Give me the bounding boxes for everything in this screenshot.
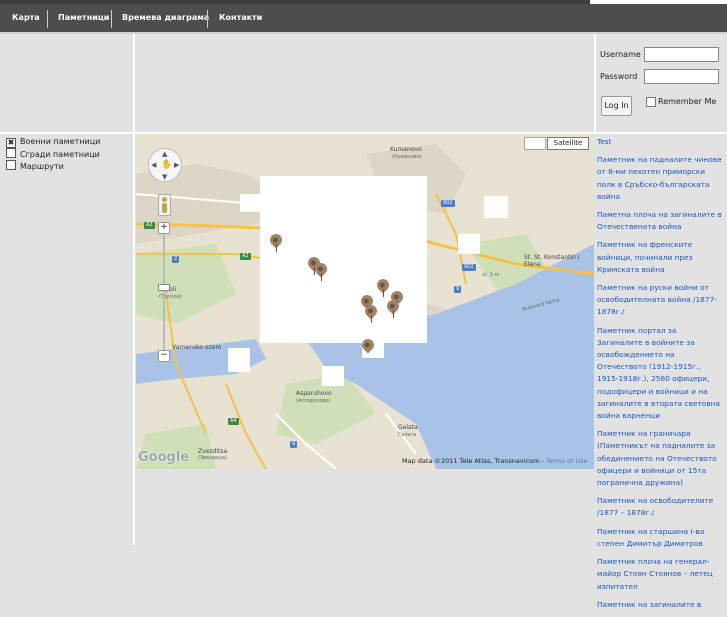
remember-checkbox[interactable] [646, 97, 656, 107]
zoom-in-button[interactable]: + [158, 222, 170, 234]
map-tile-placeholder [228, 348, 250, 372]
list-item[interactable]: Паметник на старшина І-ва степен Димитър… [597, 526, 723, 550]
list-item[interactable]: Test [597, 136, 723, 148]
nav-timeline[interactable]: Времева диаграма [122, 4, 209, 32]
pan-control[interactable]: ▲ ▼ ◀ ▶ ✋ [148, 148, 182, 182]
pan-up-icon[interactable]: ▲ [162, 150, 167, 158]
map-label: Asparuhovo [296, 390, 332, 397]
road-shield: 9 [290, 441, 298, 448]
filter-routes-label: Маршрути [20, 162, 64, 171]
password-input[interactable] [644, 69, 719, 84]
column-divider-right [594, 34, 596, 134]
street-view-pegman-icon[interactable] [158, 194, 171, 216]
map-label: (Звездица) [198, 455, 227, 461]
map-tile-placeholder [484, 196, 508, 218]
map-tile-placeholder [458, 234, 480, 254]
nav-monuments[interactable]: Паметници [58, 4, 109, 32]
map-type-blank[interactable] [524, 137, 546, 150]
username-input[interactable] [644, 47, 719, 62]
list-item[interactable]: Паметник на загиналите в [597, 599, 723, 611]
map-canvas[interactable]: Kumanovo (Куманово) Topoli (Тополи) Varn… [136, 134, 594, 469]
road-shield: A2 [240, 253, 251, 260]
nav-contacts[interactable]: Контакти [219, 4, 262, 32]
login-button[interactable]: Log In [601, 96, 632, 116]
map-label: Galata [398, 424, 418, 431]
marker-stem [371, 315, 372, 323]
list-item[interactable]: Паметник на освободителите /1877 – 1878г… [597, 495, 723, 519]
column-divider-left [133, 34, 135, 545]
road-shield: 902 [462, 264, 476, 271]
road-shield: A2 [144, 222, 155, 229]
filter-military-label: Военни паметници [20, 137, 101, 146]
username-label: Username [600, 50, 641, 59]
road-shield: 2 [172, 256, 180, 263]
filter-buildings[interactable]: Сгради паметници [6, 148, 100, 160]
main-nav: Карта Паметници Времева диаграма Контакт… [0, 4, 727, 34]
filter-buildings-checkbox[interactable] [6, 148, 16, 158]
nav-map[interactable]: Карта [12, 4, 40, 32]
terms-link[interactable]: Terms of Use [546, 457, 588, 465]
filter-military-checkbox[interactable]: ✖ [6, 138, 16, 148]
marker-stem [276, 244, 277, 252]
pan-down-icon[interactable]: ▼ [162, 173, 167, 181]
map-tile-placeholder [260, 176, 427, 343]
marker-stem [383, 289, 384, 297]
password-label: Password [600, 72, 638, 81]
filter-routes-checkbox[interactable] [6, 160, 16, 170]
map-label: Zvezditsa [198, 448, 228, 455]
satellite-button[interactable]: Satellite [547, 137, 589, 150]
zoom-out-button[interactable]: − [158, 350, 170, 362]
attribution-text: Map data ©2011 Tele Atlas, Transnavicom … [402, 457, 544, 465]
remember-label: Remember Me [658, 97, 717, 106]
list-item[interactable]: Паметник на френските войници, починали … [597, 239, 723, 276]
list-item[interactable]: Паметник на падналите чинове от 8-ми пех… [597, 154, 723, 203]
list-item[interactable]: Паметна плоча на загиналите в Отечествен… [597, 209, 723, 233]
map-label: Галата [398, 432, 417, 438]
map-label: (Куманово) [392, 154, 422, 160]
list-item[interactable]: Паметник портал за Загиналите в войните … [597, 325, 723, 423]
marker-stem [321, 273, 322, 281]
pan-right-icon[interactable]: ▶ [174, 161, 179, 169]
hand-icon: ✋ [161, 160, 173, 170]
filter-buildings-label: Сгради паметници [20, 150, 100, 159]
zoom-handle[interactable] [158, 284, 170, 291]
map-label: St. St. Konstantin i Elena [524, 254, 580, 268]
map-label: Kumanovo [390, 146, 422, 153]
marker-stem [393, 310, 394, 318]
road-shield: A4 [228, 418, 239, 425]
pan-left-icon[interactable]: ◀ [151, 161, 156, 169]
google-logo: Google [138, 450, 190, 465]
nav-separator [111, 10, 112, 28]
list-item[interactable]: Паметник плоча на генерал-майор Стоян Ст… [597, 556, 723, 593]
nav-separator [207, 10, 208, 28]
map-label: Varnensko ezero [172, 344, 222, 351]
filter-routes[interactable]: Маршрути [6, 160, 64, 172]
map-tile-placeholder [240, 194, 260, 212]
zoom-track[interactable] [163, 234, 165, 350]
map-attribution: Map data ©2011 Tele Atlas, Transnavicom … [402, 457, 588, 465]
road-shield: 902 [441, 200, 455, 207]
map-tile-placeholder [322, 366, 344, 386]
list-item[interactable]: Паметник на руски войни от освободителна… [597, 282, 723, 319]
filter-military[interactable]: ✖ Военни паметници [6, 136, 100, 148]
map-label: (Аспарухово) [296, 398, 331, 404]
nav-separator [47, 10, 48, 28]
road-shield: 9 [454, 286, 462, 293]
map-label: ul. 1-vi [482, 272, 499, 278]
list-item[interactable]: Паметник на граничаря (Паметникът на пад… [597, 428, 723, 489]
